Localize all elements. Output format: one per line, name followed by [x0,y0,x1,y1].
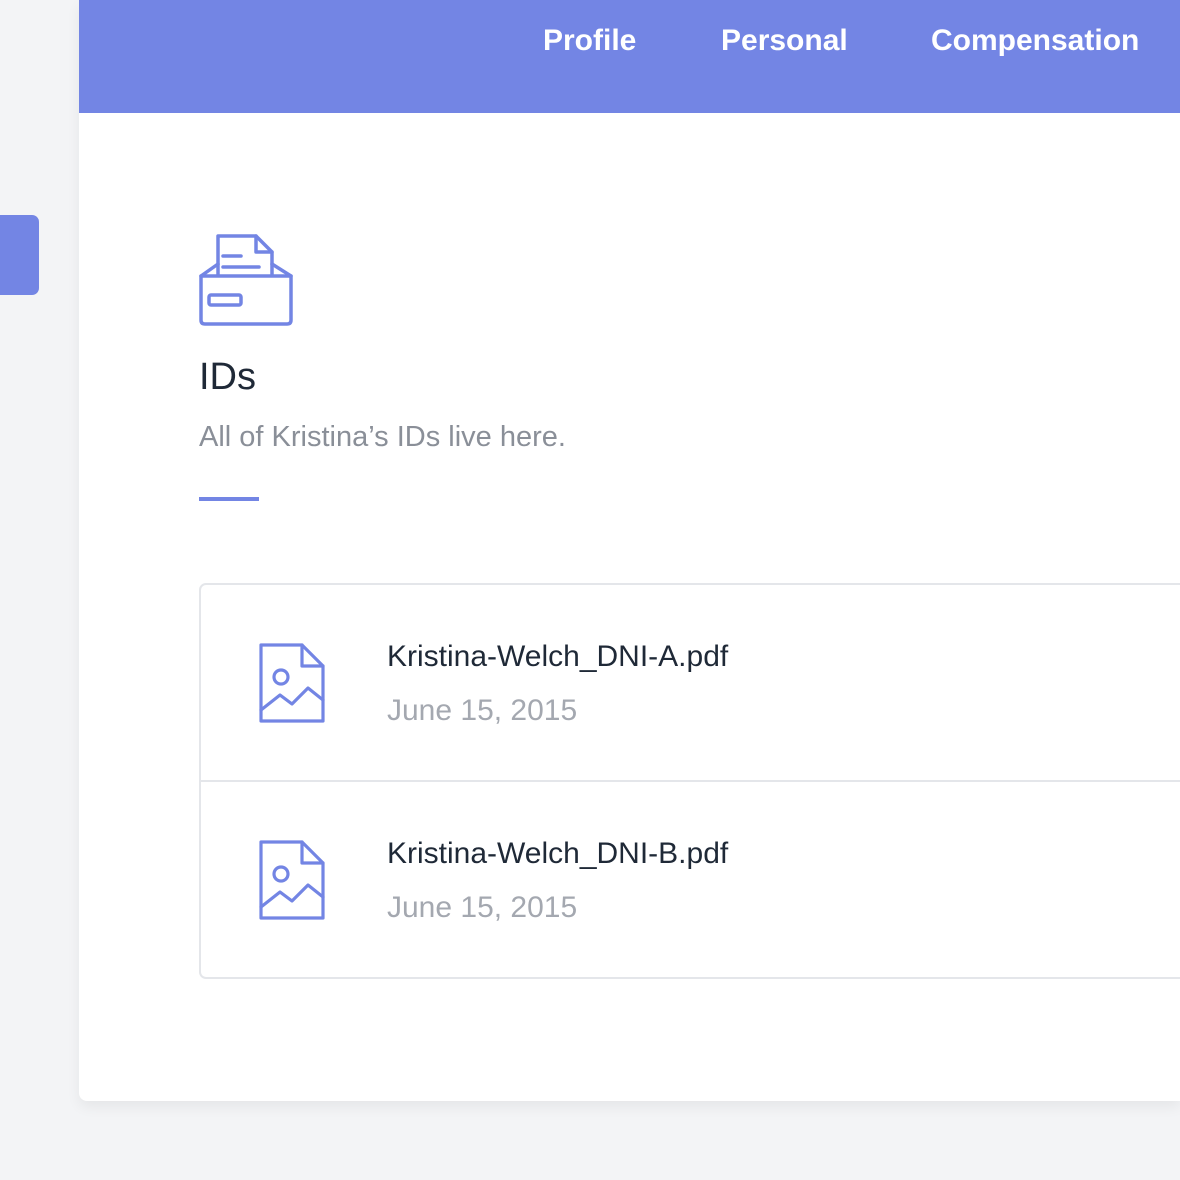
file-date: June 15, 2015 [387,694,578,727]
file-date: June 15, 2015 [387,891,578,924]
tab-compensation[interactable]: Compensation [931,24,1139,58]
image-file-icon [259,840,325,920]
inbox-tray-icon [199,234,293,326]
sidebar-active-tab[interactable] [0,215,39,295]
file-row[interactable]: Kristina-Welch_DNI-B.pdf June 15, 2015 [201,782,1180,979]
file-name[interactable]: Kristina-Welch_DNI-B.pdf [387,837,728,871]
section-subtitle: All of Kristina’s IDs live here. [199,421,566,453]
tab-profile[interactable]: Profile [543,24,636,58]
content-card: Profile Personal Compensation IDs All of… [79,0,1180,1101]
tab-personal[interactable]: Personal [721,24,848,58]
file-list: Kristina-Welch_DNI-A.pdf June 15, 2015 K… [199,583,1180,979]
file-name[interactable]: Kristina-Welch_DNI-A.pdf [387,640,728,674]
top-navigation: Profile Personal Compensation [79,0,1180,113]
section-title: IDs [199,356,256,398]
image-file-icon [259,643,325,723]
title-underline [199,497,259,501]
file-row[interactable]: Kristina-Welch_DNI-A.pdf June 15, 2015 [201,585,1180,782]
